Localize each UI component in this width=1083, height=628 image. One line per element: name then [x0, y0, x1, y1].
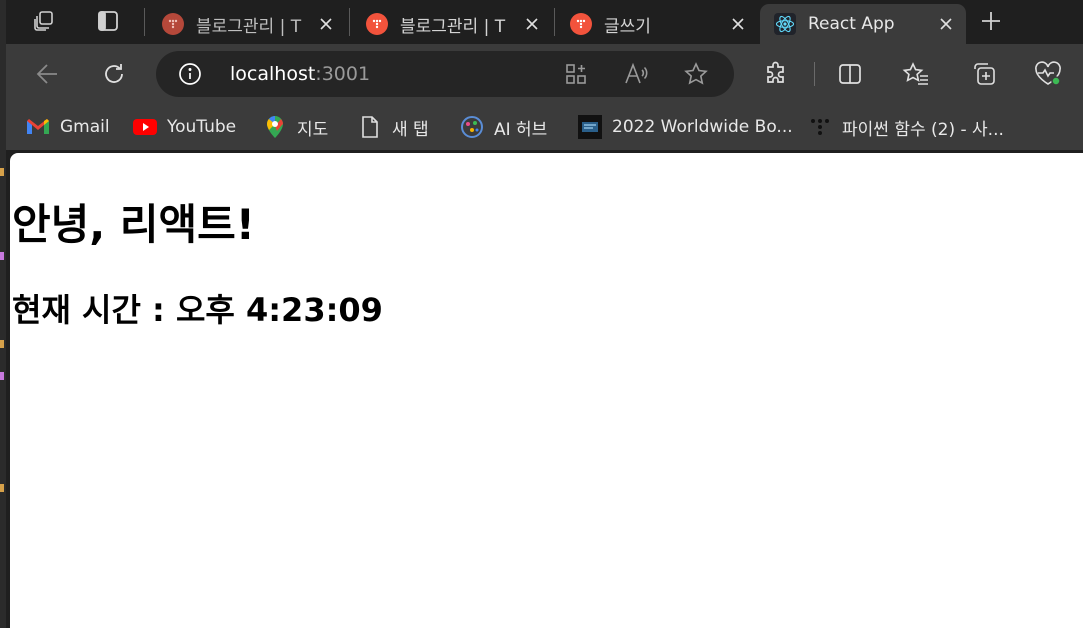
tab-blog-admin-2[interactable]: 블로그관리 | T — [352, 4, 552, 44]
close-icon — [320, 18, 332, 30]
bookmark-label: 새 탭 — [392, 119, 429, 140]
tistory-icon — [570, 13, 592, 35]
tistory-icon — [366, 13, 388, 35]
bookmark-box-office[interactable]: 2022 Worldwide Bo... — [578, 113, 793, 141]
refresh-icon — [105, 64, 123, 83]
bookmark-maps[interactable]: 지도 — [263, 113, 328, 141]
bookmark-gmail[interactable]: Gmail — [26, 113, 110, 141]
ai-hub-icon — [460, 115, 484, 139]
url-text[interactable]: localhost:3001 — [230, 63, 370, 85]
tistory-icon — [162, 13, 184, 35]
gmail-icon — [26, 115, 50, 139]
favorite-button[interactable] — [680, 58, 712, 90]
bookmark-label: Gmail — [60, 117, 110, 137]
tab-react-app[interactable]: React App — [760, 4, 966, 44]
page-content: 안녕, 리액트! 현재 시간 : 오후 4:23:09 — [10, 153, 1083, 628]
read-aloud-icon — [625, 62, 648, 84]
apps-icon — [566, 64, 586, 84]
address-bar[interactable]: localhost:3001 — [156, 51, 734, 97]
bookmark-ai-hub[interactable]: AI 허브 — [460, 113, 547, 141]
bookmarks-bar: Gmail YouTube 지도 새 탭 AI 허브 2022 Worldwid… — [6, 104, 1083, 150]
box-office-icon — [578, 115, 602, 139]
bookmark-label: AI 허브 — [494, 119, 548, 140]
workspaces-icon — [34, 11, 53, 31]
react-icon — [774, 13, 796, 35]
dots-icon — [808, 115, 832, 139]
tab-strip: 블로그관리 | T 블로그관리 | T 글쓰기 React App — [6, 0, 1083, 44]
close-icon — [940, 18, 952, 30]
tab-write[interactable]: 글쓰기 — [556, 4, 758, 44]
star-icon — [684, 62, 708, 85]
heart-pulse-icon — [1035, 61, 1061, 86]
bookmark-youtube[interactable]: YouTube — [133, 113, 236, 141]
bookmark-label: YouTube — [167, 117, 237, 137]
close-tab-button[interactable] — [932, 10, 960, 38]
maps-icon — [263, 115, 287, 139]
tab-title: 글쓰기 — [604, 16, 651, 37]
tab-title: 블로그관리 | T — [400, 16, 506, 37]
read-aloud-button[interactable] — [620, 58, 652, 90]
collections-icon — [974, 63, 995, 85]
info-icon[interactable] — [178, 62, 202, 86]
tab-actions-icon — [98, 11, 118, 31]
bookmark-label: 파이썬 함수 (2) - 사... — [842, 119, 1004, 140]
current-time: 현재 시간 : 오후 4:23:09 — [12, 291, 383, 329]
close-tab-button[interactable] — [518, 10, 546, 38]
refresh-button[interactable] — [98, 58, 130, 90]
tab-blog-admin-1[interactable]: 블로그관리 | T — [148, 4, 346, 44]
back-button[interactable] — [32, 58, 64, 90]
browser-essentials-button[interactable] — [1032, 58, 1064, 90]
vertical-tabs-button[interactable] — [92, 6, 124, 36]
url-host: localhost — [230, 63, 316, 85]
bookmark-label: 지도 — [297, 119, 329, 140]
tab-title: 블로그관리 | T — [196, 16, 302, 37]
navigation-toolbar: localhost:3001 — [6, 44, 1083, 104]
extensions-button[interactable] — [760, 58, 792, 90]
page-heading: 안녕, 리액트! — [12, 200, 255, 249]
workspaces-button[interactable] — [28, 6, 60, 36]
close-icon — [526, 18, 538, 30]
youtube-icon — [133, 115, 157, 139]
app-available-button[interactable] — [560, 58, 592, 90]
bookmark-python-functions[interactable]: 파이썬 함수 (2) - 사... — [808, 113, 1004, 141]
back-arrow-icon — [36, 64, 57, 84]
split-screen-button[interactable] — [834, 58, 866, 90]
close-tab-button[interactable] — [312, 10, 340, 38]
bookmark-label: 2022 Worldwide Bo... — [612, 117, 793, 137]
new-tab-button[interactable] — [976, 6, 1006, 36]
puzzle-icon — [767, 61, 784, 83]
collections-button[interactable] — [968, 58, 1000, 90]
close-tab-button[interactable] — [724, 10, 752, 38]
plus-icon — [982, 12, 1000, 30]
tab-title: React App — [808, 14, 895, 34]
close-icon — [732, 18, 744, 30]
favorites-list-icon — [902, 62, 928, 85]
bookmark-new-tab[interactable]: 새 탭 — [358, 113, 429, 141]
url-port: :3001 — [315, 63, 371, 85]
page-icon — [358, 115, 382, 139]
favorites-button[interactable] — [900, 58, 932, 90]
split-screen-icon — [839, 64, 861, 84]
